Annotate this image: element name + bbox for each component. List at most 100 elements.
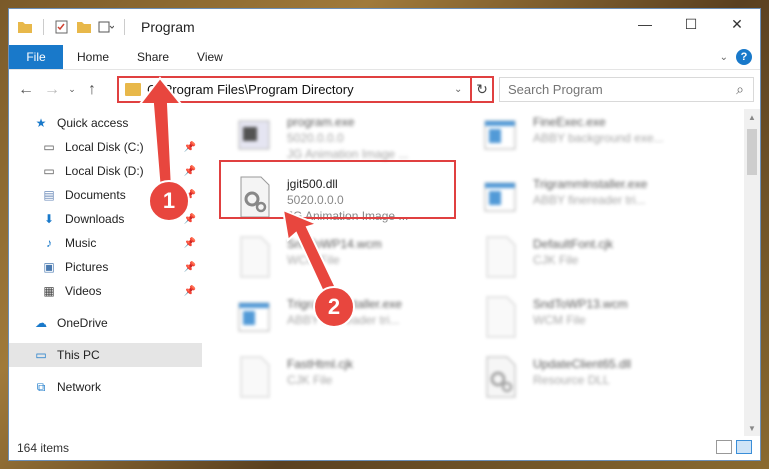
nav-local-disk-d[interactable]: ▭ Local Disk (D:) 📌 [9,159,202,183]
folder-icon [18,22,32,33]
selected-file-highlight [219,160,456,219]
nav-quick-access[interactable]: ★ Quick access [9,111,202,135]
properties-icon[interactable] [54,20,70,34]
search-icon[interactable]: ⌕ [727,81,753,98]
address-bar[interactable]: C:\Program Files\Program Directory ⌄ [117,76,472,103]
forward-button[interactable]: → [39,81,65,99]
pin-icon[interactable]: 📌 [184,238,196,249]
pin-icon[interactable]: 📌 [184,214,196,225]
tab-view[interactable]: View [183,50,237,64]
nav-pictures[interactable]: ▣ Pictures 📌 [9,255,202,279]
divider [124,19,125,35]
close-button[interactable]: ✕ [714,9,760,39]
tab-file[interactable]: File [9,45,63,69]
file-item[interactable]: UpdateClient65.dll Resource DLL [477,353,717,409]
generic-file-icon [231,233,279,281]
scroll-thumb[interactable] [747,129,757,175]
nav-onedrive[interactable]: ☁ OneDrive [9,311,202,335]
maximize-button[interactable]: ☐ [668,9,714,39]
file-detail: WCM File [533,313,586,327]
status-bar: 164 items [9,436,760,460]
downloads-icon: ⬇ [43,212,55,226]
title-bar: Program — ☐ ✕ [9,9,760,45]
minimize-button[interactable]: — [622,9,668,39]
file-detail: ABBY background exe... [533,131,664,145]
divider [43,19,44,35]
file-item[interactable]: FastHtml.cjk CJK File [231,353,471,409]
large-icons-view-icon[interactable] [736,440,752,454]
file-detail: JG Animation Image ... [287,147,409,161]
tab-home[interactable]: Home [63,50,123,64]
nav-this-pc-label: This PC [57,348,100,362]
navigation-bar: ← → ⌄ ↑ C:\Program Files\Program Directo… [9,69,760,109]
nav-item-label: Music [65,236,97,250]
file-name: FastHtml.cjk [287,357,353,371]
pin-icon[interactable]: 📌 [184,166,196,177]
pin-icon[interactable]: 📌 [184,286,196,297]
help-icon[interactable]: ? [736,49,752,65]
file-detail: Resource DLL [533,373,610,387]
generic-file-icon [231,353,279,401]
step-badge-2: 2 [313,286,355,328]
scroll-down-icon[interactable]: ▼ [744,420,760,436]
file-name: DefaultFont.cjk [533,237,614,251]
cloud-icon: ☁ [35,316,47,330]
search-input[interactable] [508,82,727,97]
star-icon: ★ [35,116,47,130]
music-icon: ♪ [46,236,52,250]
recent-locations-icon[interactable]: ⌄ [65,84,79,95]
computer-icon: ▭ [35,348,47,362]
step-badge-1: 1 [148,180,190,222]
file-detail: CJK File [287,373,333,387]
nav-this-pc[interactable]: ▭ This PC [9,343,202,367]
file-detail: WCM File [287,253,340,267]
new-folder-icon[interactable] [76,20,92,34]
nav-network[interactable]: ⧉ Network [9,375,202,399]
nav-quick-access-label: Quick access [57,116,129,130]
nav-onedrive-label: OneDrive [57,316,108,330]
pin-icon[interactable]: 📌 [184,262,196,273]
back-button[interactable]: ← [13,81,39,99]
file-name: FineExec.exe [533,115,606,129]
up-button[interactable]: ↑ [79,81,105,99]
nav-music[interactable]: ♪ Music 📌 [9,231,202,255]
file-item[interactable]: program.exe 5020.0.0.0 JG Animation Image … [231,111,471,167]
exe-file-icon [477,173,525,221]
folder-icon [125,83,141,96]
generic-file-icon [477,233,525,281]
nav-item-label: Local Disk (D:) [65,164,144,178]
drive-icon: ▭ [43,164,55,178]
address-path: C:\Program Files\Program Directory [147,82,354,97]
nav-item-label: Local Disk (C:) [65,140,144,154]
file-item[interactable]: DefaultFont.cjk CJK File [477,233,717,289]
tab-share[interactable]: Share [123,50,183,64]
ribbon-right: ⌄ ? [720,49,752,65]
file-item[interactable]: FineExec.exe ABBY background exe... [477,111,717,167]
exe-file-icon [231,293,279,341]
pin-icon[interactable]: 📌 [184,142,196,153]
explorer-window: Program — ☐ ✕ File Home Share View ⌄ ? ←… [8,8,761,461]
nav-videos[interactable]: ▦ Videos 📌 [9,279,202,303]
file-detail: CJK File [533,253,579,267]
file-name: program.exe [287,115,355,129]
pictures-icon: ▣ [43,260,55,274]
nav-local-disk-c[interactable]: ▭ Local Disk (C:) 📌 [9,135,202,159]
details-view-icon[interactable] [716,440,732,454]
navigation-pane: ★ Quick access ▭ Local Disk (C:) 📌 ▭ Loc… [9,109,202,436]
chevron-down-icon[interactable]: ⌄ [454,84,470,95]
nav-network-label: Network [57,380,102,394]
vertical-scrollbar[interactable]: ▲ ▼ [744,109,760,436]
file-list: program.exe 5020.0.0.0 JG Animation Image … [209,109,744,436]
expand-ribbon-icon[interactable]: ⌄ [720,52,728,63]
scroll-up-icon[interactable]: ▲ [744,109,760,125]
file-item[interactable]: SndToWP14.wcm WCM File [231,233,471,289]
file-name: SndToWP14.wcm [287,237,382,251]
nav-item-label: Documents [65,188,126,202]
view-switcher [716,440,752,454]
customize-toolbar-icon[interactable] [98,20,114,34]
file-item[interactable]: Trigrammlnstaller.exe ABBY finereader tri… [477,173,717,229]
search-box[interactable]: ⌕ [499,77,754,102]
item-count: 164 items [17,441,70,455]
file-item[interactable]: SndToWP13.wcm WCM File [477,293,717,349]
refresh-button[interactable]: ↻ [472,76,494,103]
